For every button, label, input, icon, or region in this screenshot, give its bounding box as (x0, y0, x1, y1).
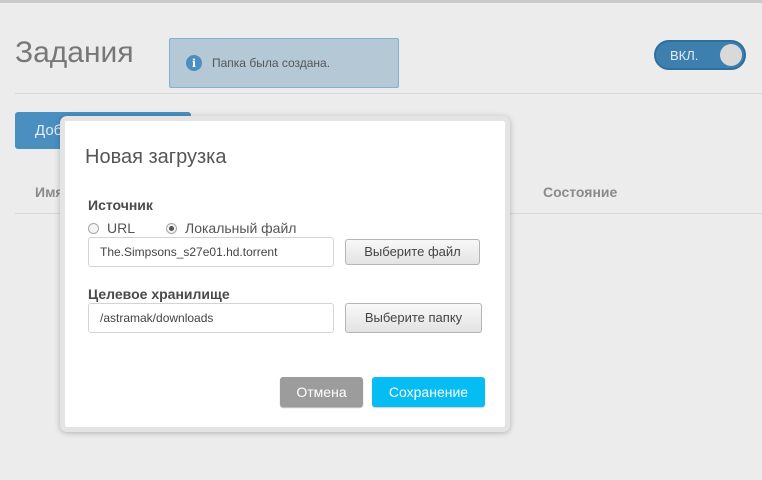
source-file-field[interactable]: The.Simpsons_s27e01.hd.torrent (88, 237, 334, 267)
save-button[interactable]: Сохранение (372, 377, 485, 407)
new-download-dialog: Новая загрузка Источник URL Локальный фа… (60, 116, 510, 432)
storage-label: Целевое хранилище (88, 286, 230, 302)
toggle-knob (720, 44, 742, 66)
dialog-title: Новая загрузка (85, 146, 227, 168)
choose-file-button[interactable]: Выберите файл (345, 239, 480, 265)
toast-text: Папка была создана. (212, 56, 331, 70)
radio-url-label: URL (107, 220, 136, 236)
source-option-url[interactable]: URL (88, 220, 135, 236)
info-icon: i (186, 55, 202, 71)
radio-url[interactable] (88, 222, 99, 234)
storage-path-field[interactable]: /astramak/downloads (88, 303, 334, 333)
notification-toast: i Папка была создана. (169, 38, 399, 88)
source-option-local-file[interactable]: Локальный файл (166, 220, 296, 236)
page-title: Задания (15, 36, 134, 69)
top-border (0, 0, 762, 3)
radio-local-file[interactable] (166, 222, 177, 234)
radio-local-file-label: Локальный файл (185, 220, 297, 236)
on-off-toggle[interactable]: ВКЛ. (654, 40, 746, 70)
choose-folder-button[interactable]: Выберите папку (345, 303, 482, 333)
column-header-state[interactable]: Состояние (543, 184, 617, 200)
header-divider (15, 93, 762, 94)
cancel-button[interactable]: Отмена (280, 377, 363, 407)
source-label: Источник (88, 197, 153, 213)
toggle-label: ВКЛ. (670, 47, 699, 63)
